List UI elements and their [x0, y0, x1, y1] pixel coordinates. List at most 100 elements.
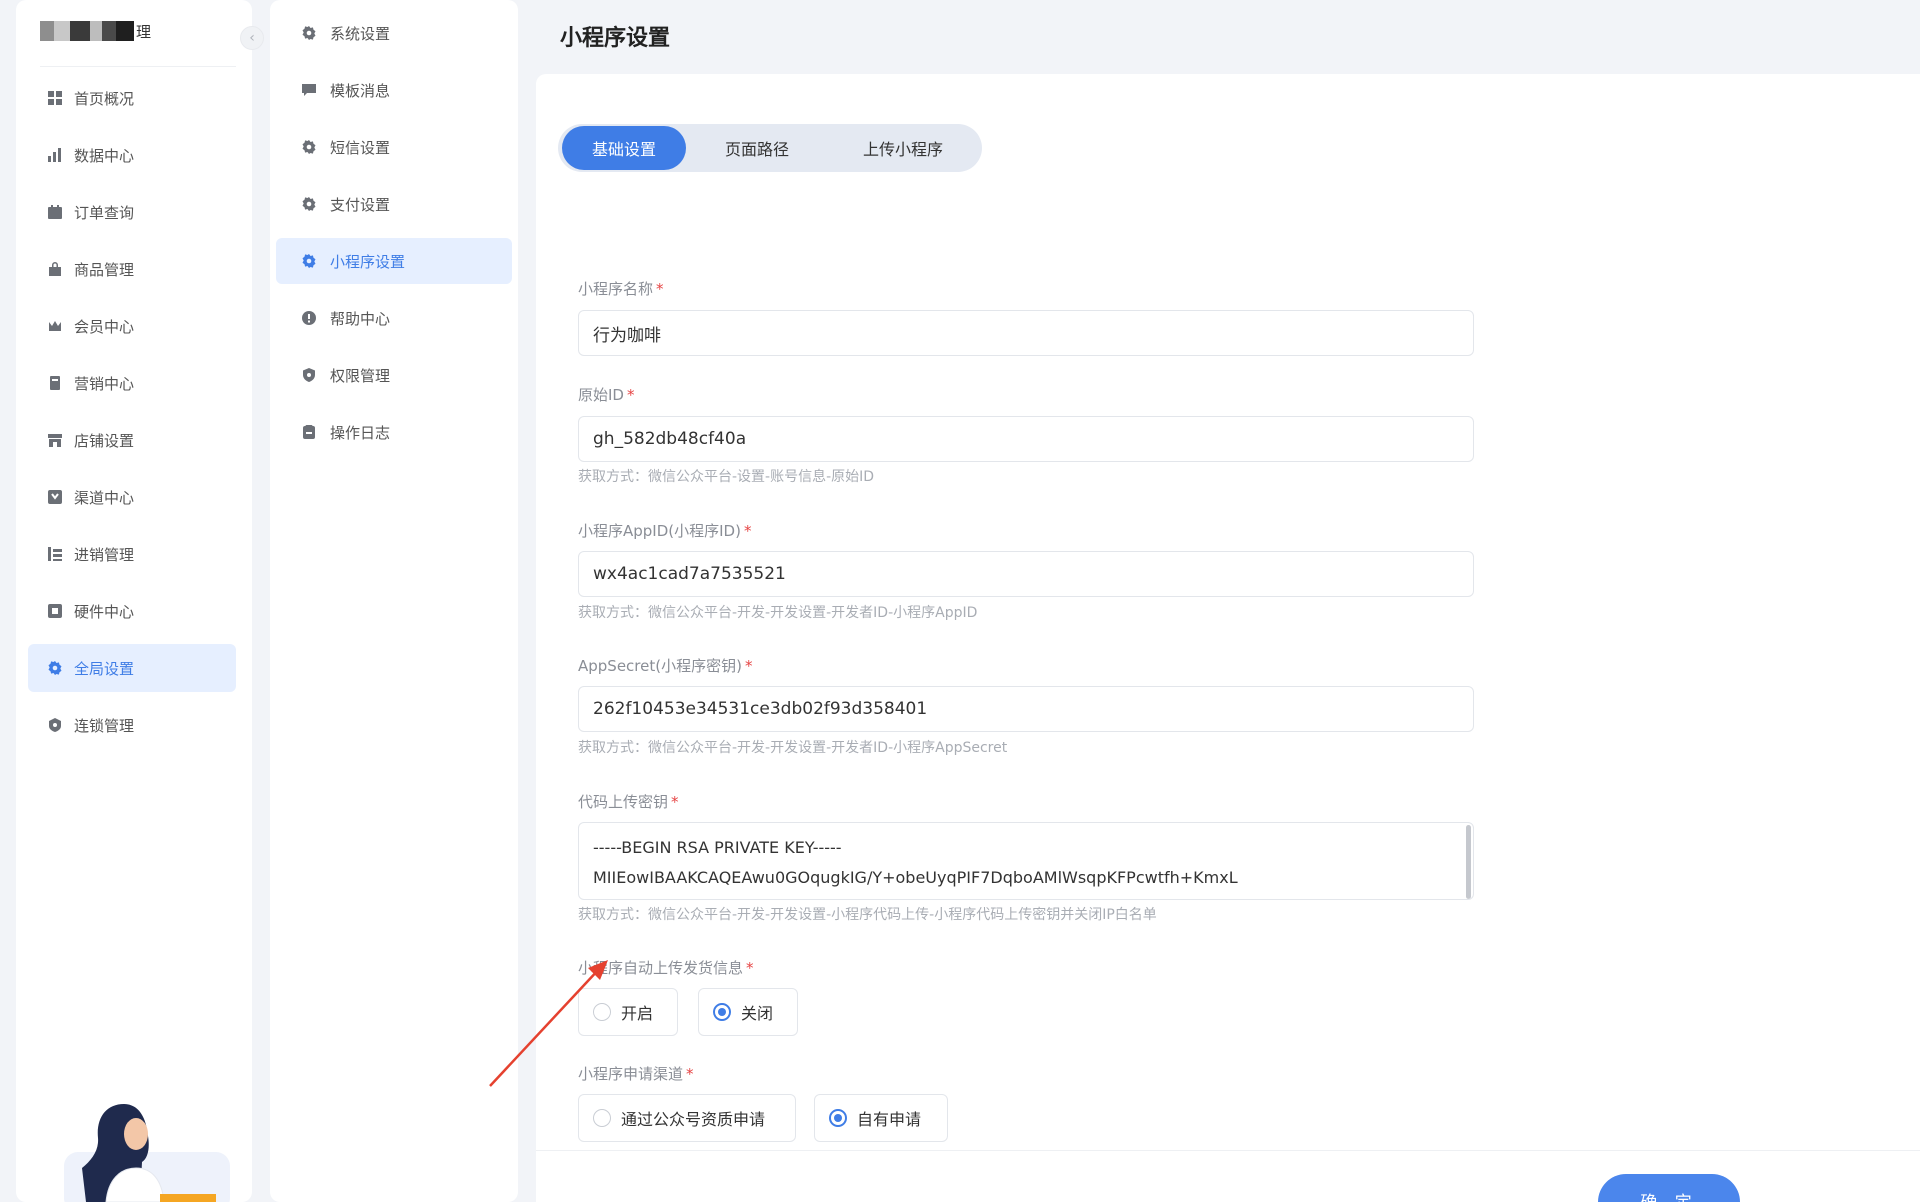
auto-upload-off-radio[interactable]: 关闭 — [698, 988, 798, 1036]
subnav-item-label: 系统设置 — [330, 24, 391, 43]
sidebar-item-channels[interactable]: 渠道中心 — [28, 473, 236, 521]
bar-chart-icon — [48, 148, 62, 162]
bag-icon — [48, 262, 62, 276]
name-input[interactable]: 行为咖啡 — [578, 310, 1474, 356]
store-icon — [48, 433, 62, 447]
app-id-hint: 获取方式：微信公众平台-开发-开发设置-开发者ID-小程序AppID — [578, 605, 978, 621]
inventory-icon — [48, 547, 62, 561]
name-label-text: 小程序名称 — [578, 280, 654, 298]
app-id-label-text: 小程序AppID(小程序ID) — [578, 522, 741, 540]
apply-channel-official-radio[interactable]: 通过公众号资质申请 — [578, 1094, 796, 1142]
radio-unchecked-icon — [593, 1109, 611, 1127]
tab-basic-settings[interactable]: 基础设置 — [562, 126, 686, 170]
subnav-item-permissions[interactable]: 权限管理 — [276, 352, 512, 398]
upload-key-label-text: 代码上传密钥 — [578, 793, 669, 811]
upload-key-line-2: MIIEowIBAAKCAQEAwu0GOqugkIG/Y+obeUyqPIF7… — [593, 868, 1238, 887]
chevron-left-icon: ‹ — [249, 30, 255, 46]
sidebar-item-label: 订单查询 — [74, 203, 135, 222]
subnav-item-label: 权限管理 — [330, 366, 391, 385]
message-icon — [302, 83, 316, 97]
upload-key-textarea[interactable]: -----BEGIN RSA PRIVATE KEY----- MIIEowIB… — [578, 822, 1474, 900]
sidebar-item-label: 营销中心 — [74, 374, 135, 393]
app-secret-label-text: AppSecret(小程序密钥) — [578, 657, 742, 675]
tab-page-paths[interactable]: 页面路径 — [686, 126, 828, 170]
required-mark: * — [626, 386, 635, 404]
sidebar-item-label: 硬件中心 — [74, 602, 135, 621]
radio-label: 自有申请 — [857, 1110, 922, 1129]
upload-key-label: 代码上传密钥 * — [578, 791, 679, 812]
app-id-input[interactable]: wx4ac1cad7a7535521 — [578, 551, 1474, 597]
radio-label: 开启 — [621, 1004, 654, 1023]
subnav-item-label: 模板消息 — [330, 81, 391, 100]
sidebar-item-label: 进销管理 — [74, 545, 135, 564]
upload-key-line-1: -----BEGIN RSA PRIVATE KEY----- — [593, 838, 842, 857]
grid-icon — [48, 91, 62, 105]
sidebar-item-label: 店铺设置 — [74, 431, 135, 450]
app-id-label: 小程序AppID(小程序ID) * — [578, 520, 751, 541]
hardware-icon — [48, 604, 62, 618]
original-id-input[interactable]: gh_582db48cf40a — [578, 416, 1474, 462]
page-title: 小程序设置 — [560, 26, 671, 51]
required-mark: * — [744, 657, 753, 675]
subnav-item-system-settings[interactable]: 系统设置 — [276, 10, 512, 56]
brand-logo[interactable]: 理 — [40, 20, 160, 42]
brand-text: 理 — [136, 22, 152, 41]
footer-divider — [536, 1150, 1920, 1151]
app-secret-hint: 获取方式：微信公众平台-开发-开发设置-开发者ID-小程序AppSecret — [578, 740, 1008, 756]
app-secret-input[interactable]: 262f10453e34531ce3db02f93d358401 — [578, 686, 1474, 732]
original-id-label: 原始ID * — [578, 384, 634, 405]
subnav-item-label: 支付设置 — [330, 195, 391, 214]
collapse-sidebar-button[interactable]: ‹ — [240, 26, 264, 50]
subnav-item-template-messages[interactable]: 模板消息 — [276, 67, 512, 113]
sidebar-item-members[interactable]: 会员中心 — [28, 302, 236, 350]
subnav-item-miniprogram-settings[interactable]: 小程序设置 — [276, 238, 512, 284]
name-label: 小程序名称 * — [578, 278, 664, 299]
illustration-image — [64, 1104, 230, 1202]
sidebar-item-store[interactable]: 店铺设置 — [28, 416, 236, 464]
chain-icon — [48, 718, 62, 732]
primary-nav: 首页概况 数据中心 订单查询 商品管理 会员中心 营销中心 店铺设置 渠道中心 — [28, 74, 236, 758]
sidebar-item-data[interactable]: 数据中心 — [28, 131, 236, 179]
subnav-item-operation-log[interactable]: 操作日志 — [276, 409, 512, 455]
app-secret-label: AppSecret(小程序密钥) * — [578, 655, 752, 676]
tab-upload-miniprogram[interactable]: 上传小程序 — [828, 126, 978, 170]
sidebar-item-orders[interactable]: 订单查询 — [28, 188, 236, 236]
radio-checked-icon — [829, 1109, 847, 1127]
sidebar-item-label: 全局设置 — [74, 659, 135, 678]
confirm-button[interactable]: 确 定 — [1598, 1174, 1740, 1202]
sidebar-item-home[interactable]: 首页概况 — [28, 74, 236, 122]
gear-icon — [48, 661, 62, 675]
required-mark: * — [746, 959, 754, 977]
original-id-label-text: 原始ID — [578, 386, 624, 404]
subnav-item-sms-settings[interactable]: 短信设置 — [276, 124, 512, 170]
sidebar-item-inventory[interactable]: 进销管理 — [28, 530, 236, 578]
required-mark: * — [656, 280, 664, 298]
required-mark: * — [743, 522, 752, 540]
apply-channel-self-radio[interactable]: 自有申请 — [814, 1094, 948, 1142]
radio-label: 通过公众号资质申请 — [621, 1110, 766, 1129]
gear-icon — [302, 197, 316, 211]
sidebar-item-marketing[interactable]: 营销中心 — [28, 359, 236, 407]
shield-icon — [302, 368, 316, 382]
radio-checked-icon — [713, 1003, 731, 1021]
sidebar-item-label: 渠道中心 — [74, 488, 135, 507]
help-icon — [302, 311, 316, 325]
sidebar-item-hardware[interactable]: 硬件中心 — [28, 587, 236, 635]
channel-icon — [48, 490, 62, 504]
sidebar-item-products[interactable]: 商品管理 — [28, 245, 236, 293]
subnav-item-label: 小程序设置 — [330, 252, 406, 271]
sidebar-item-global-settings[interactable]: 全局设置 — [28, 644, 236, 692]
subnav-item-payment-settings[interactable]: 支付设置 — [276, 181, 512, 227]
subnav-item-help-center[interactable]: 帮助中心 — [276, 295, 512, 341]
settings-card: 基础设置 页面路径 上传小程序 小程序名称 * 行为咖啡 原始ID * gh_582… — [536, 74, 1920, 1202]
required-mark: * — [671, 793, 679, 811]
subnav-item-label: 操作日志 — [330, 423, 391, 442]
settings-subnav: 系统设置 模板消息 短信设置 支付设置 小程序设置 帮助中心 权限管理 操作日志 — [276, 10, 512, 466]
primary-sidebar: 理 ‹ 首页概况 数据中心 订单查询 商品管理 会员中心 营销中心 店铺设置 渠… — [16, 0, 264, 1202]
upload-key-hint: 获取方式：微信公众平台-开发-开发设置-小程序代码上传-小程序代码上传密钥并关闭… — [578, 907, 1157, 923]
settings-tabs: 基础设置 页面路径 上传小程序 — [558, 124, 982, 172]
gift-icon — [48, 376, 62, 390]
textarea-scrollbar[interactable] — [1466, 825, 1471, 899]
sidebar-item-chain[interactable]: 连锁管理 — [28, 701, 236, 749]
sidebar-divider — [40, 66, 236, 67]
